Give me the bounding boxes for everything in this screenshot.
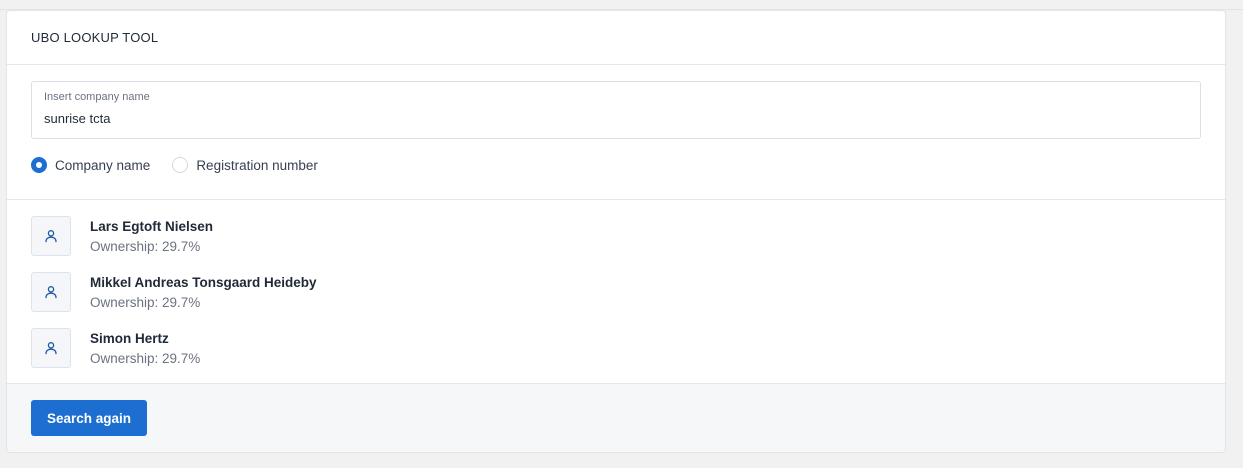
company-name-label: Insert company name	[44, 91, 150, 103]
radio-registration-number-circle[interactable]	[172, 157, 189, 173]
search-type-radio-group: Company name Registration number	[31, 157, 1201, 173]
result-ownership: Ownership: 29.7%	[90, 239, 201, 254]
user-icon	[31, 216, 71, 256]
result-item: Lars Egtoft Nielsen Ownership: 29.7%	[31, 216, 1201, 272]
card-header: UBO LOOKUP TOOL	[7, 11, 1225, 65]
radio-registration-number[interactable]: Registration number	[172, 157, 318, 173]
top-bar	[0, 0, 1243, 10]
radio-company-name-label[interactable]: Company name	[55, 158, 150, 173]
result-ownership: Ownership: 29.7%	[90, 351, 201, 366]
search-section: Insert company name Company name Registr…	[7, 65, 1225, 200]
radio-company-name-circle[interactable]	[31, 157, 47, 173]
user-icon	[31, 328, 71, 368]
results-list: Lars Egtoft Nielsen Ownership: 29.7% Mik…	[7, 200, 1225, 385]
result-item: Simon Hertz Ownership: 29.7%	[31, 328, 1201, 384]
card-title: UBO LOOKUP TOOL	[31, 30, 159, 45]
result-name: Simon Hertz	[90, 331, 169, 346]
radio-company-name[interactable]: Company name	[31, 157, 150, 173]
radio-registration-number-label[interactable]: Registration number	[196, 158, 318, 173]
user-icon	[31, 272, 71, 312]
card-footer: Search again	[7, 383, 1225, 452]
company-name-field[interactable]: Insert company name	[31, 81, 1201, 139]
ubo-lookup-card: UBO LOOKUP TOOL Insert company name Comp…	[6, 10, 1226, 453]
result-item: Mikkel Andreas Tonsgaard Heideby Ownersh…	[31, 272, 1201, 328]
company-name-input[interactable]	[44, 111, 1188, 126]
result-name: Mikkel Andreas Tonsgaard Heideby	[90, 275, 317, 290]
result-name: Lars Egtoft Nielsen	[90, 219, 214, 234]
result-ownership: Ownership: 29.7%	[90, 295, 201, 310]
search-again-button[interactable]: Search again	[31, 400, 148, 436]
